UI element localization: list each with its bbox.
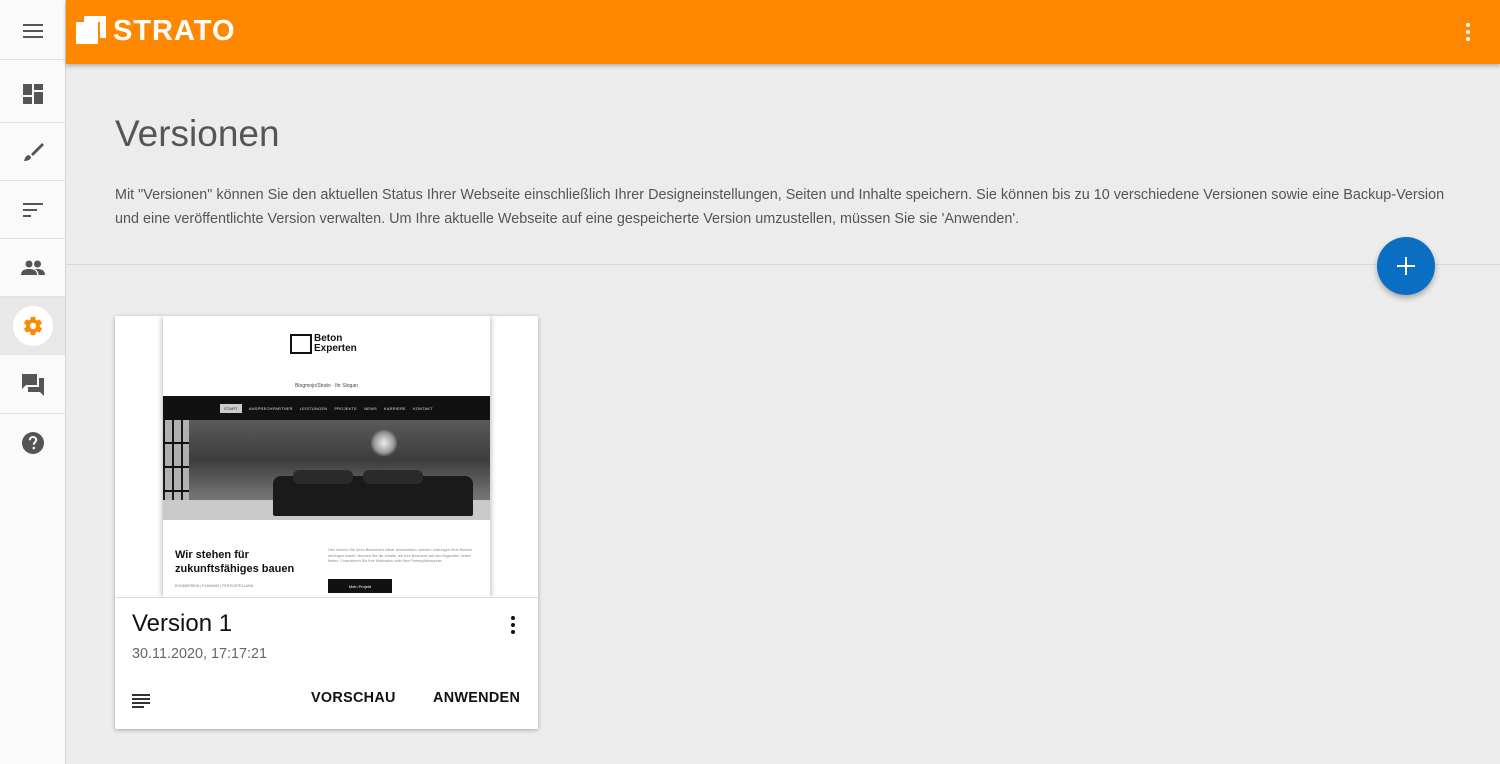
thumbnail-subline: ENGINEERING | PLANUNG | FERTIGSTELLUNG — [175, 584, 254, 588]
thumbnail-logo: Beton Experten — [290, 334, 357, 354]
sidebar-item-design[interactable] — [0, 123, 65, 181]
thumbnail-button: Mein Projekt — [328, 579, 392, 593]
thumbnail-nav-item: START — [220, 403, 242, 413]
thumbnail-logo-box — [290, 334, 312, 354]
plus-icon — [1397, 257, 1415, 275]
more-vert-icon — [1466, 23, 1470, 41]
version-notes-button[interactable] — [131, 691, 151, 711]
thumbnail-hero-image — [163, 420, 490, 520]
menu-button[interactable] — [0, 2, 65, 60]
version-title: Version 1 — [132, 610, 233, 637]
thumbnail-logo-line2: Experten — [314, 343, 357, 354]
preview-button[interactable]: VORSCHAU — [311, 690, 396, 706]
thumbnail-nav-item: NEWS — [364, 405, 377, 411]
section-divider — [66, 264, 1500, 265]
chat-icon — [21, 373, 44, 396]
sort-icon — [22, 202, 43, 217]
notes-icon — [132, 694, 150, 708]
add-version-button[interactable] — [1377, 237, 1435, 295]
help-icon — [21, 432, 44, 454]
sidebar-item-messages[interactable] — [0, 356, 65, 414]
more-vert-icon — [511, 616, 515, 634]
thumbnail-nav-item: ANSPRECHPARTNER — [248, 405, 293, 411]
active-indicator — [12, 305, 53, 346]
sidebar-item-pages[interactable] — [0, 181, 65, 239]
version-card: Beton Experten Blogmojo/Strato · Ihr Slo… — [115, 316, 538, 729]
thumbnail-slogan: Blogmojo/Strato · Ihr Slogan — [295, 383, 358, 389]
gear-icon — [23, 316, 42, 335]
more-options-button[interactable] — [1458, 20, 1478, 44]
menu-icon — [22, 23, 43, 38]
strato-logo[interactable]: STRATO — [76, 14, 236, 48]
people-icon — [20, 260, 45, 275]
thumbnail-nav-item: KONTAKT — [412, 405, 433, 411]
sidebar — [0, 0, 66, 764]
sidebar-item-users[interactable] — [0, 239, 65, 297]
sidebar-item-settings[interactable] — [0, 297, 65, 355]
page-title: Versionen — [115, 113, 280, 154]
thumbnail-nav-item: KARRIERE — [383, 405, 406, 411]
version-thumbnail[interactable]: Beton Experten Blogmojo/Strato · Ihr Slo… — [115, 316, 538, 598]
sidebar-item-help[interactable] — [0, 414, 65, 472]
version-more-button[interactable] — [503, 613, 523, 637]
thumbnail-body: Hier können Sie Ihren Besuchern näher be… — [328, 548, 472, 563]
thumbnail-nav-item: PROJEKTE — [334, 405, 358, 411]
version-date: 30.11.2020, 17:17:21 — [132, 646, 267, 662]
thumbnail-nav-item: LEISTUNGEN — [299, 405, 328, 411]
brand-name: STRATO — [113, 14, 236, 47]
dashboard-icon — [22, 83, 43, 104]
strato-logo-icon — [76, 16, 106, 46]
page-description: Mit "Versionen" können Sie den aktuellen… — [115, 187, 1445, 227]
thumbnail-page: Beton Experten Blogmojo/Strato · Ihr Slo… — [163, 316, 490, 597]
sidebar-item-dashboard[interactable] — [0, 65, 65, 123]
apply-button[interactable]: ANWENDEN — [433, 690, 520, 706]
thumbnail-headline: Wir stehen für zukunftsfähiges bauen — [175, 549, 295, 575]
topbar: STRATO — [66, 0, 1500, 64]
thumbnail-nav: START ANSPRECHPARTNER LEISTUNGEN PROJEKT… — [163, 396, 490, 420]
brush-icon — [23, 142, 44, 161]
